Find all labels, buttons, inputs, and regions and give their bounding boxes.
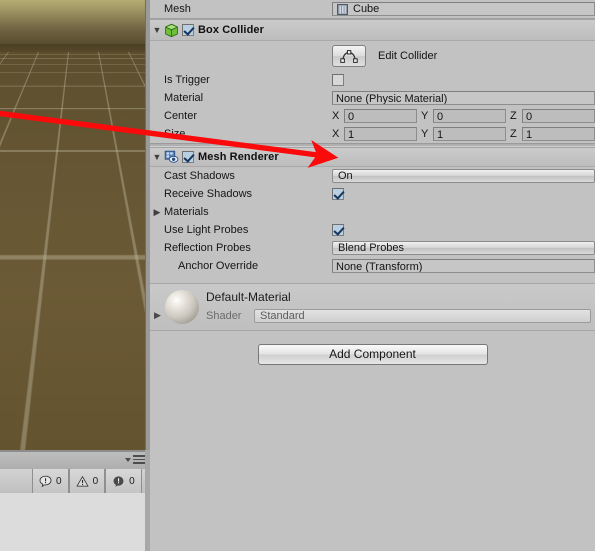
center-z-axis: Z: [510, 110, 517, 122]
receive-shadows-checkbox[interactable]: [332, 188, 344, 200]
is-trigger-label: Is Trigger: [164, 74, 210, 86]
center-row: Center X 0 Y 0 Z 0: [150, 107, 595, 125]
scene-floor: [0, 0, 145, 450]
box-collider-header[interactable]: ▼ Box Collider: [150, 19, 595, 41]
material-sphere-preview: [165, 290, 199, 324]
error-count-button[interactable]: 0: [32, 469, 69, 493]
inspector-panel: Mesh Cube ▼ Box Collider Edit Collider I…: [150, 0, 595, 551]
physic-material-row: Material None (Physic Material): [150, 89, 595, 107]
cast-shadows-label: Cast Shadows: [164, 170, 235, 182]
size-z-input[interactable]: 1: [522, 127, 595, 141]
box-collider-title: Box Collider: [198, 24, 264, 36]
material-preview-foldout[interactable]: ▶: [154, 310, 161, 321]
cast-shadows-dropdown[interactable]: On: [332, 169, 595, 183]
mesh-value: Cube: [353, 3, 380, 15]
warning-triangle-icon: [76, 475, 89, 487]
mesh-renderer-icon: [164, 150, 179, 163]
center-x-axis: X: [332, 110, 340, 122]
shader-dropdown[interactable]: Standard: [254, 309, 591, 323]
physic-material-field[interactable]: None (Physic Material): [332, 91, 595, 105]
log-count-button[interactable]: 0: [105, 469, 142, 493]
shader-label: Shader: [206, 310, 242, 322]
mesh-label: Mesh: [164, 3, 191, 15]
center-z-input[interactable]: 0: [522, 109, 595, 123]
size-y-input[interactable]: 1: [433, 127, 506, 141]
center-x-input[interactable]: 0: [344, 109, 417, 123]
mesh-object-field[interactable]: Cube: [332, 2, 595, 16]
anchor-override-row: Anchor Override None (Transform): [150, 257, 595, 275]
add-component-area: Add Component: [150, 331, 595, 377]
size-label: Size: [164, 128, 186, 140]
material-name: Default-Material: [206, 290, 291, 304]
receive-shadows-label: Receive Shadows: [164, 188, 253, 200]
size-row: Size X 1 Y 1 Z 1: [150, 125, 595, 143]
size-x-input[interactable]: 1: [344, 127, 417, 141]
materials-foldout[interactable]: ▶: [150, 207, 164, 217]
center-y-axis: Y: [421, 110, 429, 122]
warning-count-button[interactable]: 0: [68, 469, 106, 493]
mesh-renderer-title: Mesh Renderer: [198, 151, 279, 163]
receive-shadows-row: Receive Shadows: [150, 185, 595, 203]
use-light-probes-row: Use Light Probes: [150, 221, 595, 239]
console-toolbar: [0, 452, 150, 470]
edit-collider-label: Edit Collider: [378, 50, 438, 62]
cast-shadows-row: Cast Shadows On: [150, 167, 595, 185]
center-y-input[interactable]: 0: [433, 109, 506, 123]
mesh-renderer-foldout[interactable]: ▼: [150, 152, 164, 162]
error-bubble-icon: [39, 475, 52, 487]
reflection-probes-label: Reflection Probes: [164, 242, 251, 254]
edit-collider-row: Edit Collider: [150, 41, 595, 71]
mesh-asset-icon: [337, 3, 348, 15]
anchor-override-field[interactable]: None (Transform): [332, 259, 595, 273]
box-collider-icon: [165, 23, 178, 37]
log-message-icon: [113, 475, 124, 487]
anchor-override-label: Anchor Override: [178, 260, 259, 272]
reflection-probes-dropdown[interactable]: Blend Probes: [332, 241, 595, 255]
center-label: Center: [164, 110, 198, 122]
size-x-axis: X: [332, 128, 340, 140]
is-trigger-row: Is Trigger: [150, 71, 595, 89]
console-status-bar: 0 0 0: [0, 469, 150, 494]
log-count-value: 0: [129, 475, 135, 487]
mesh-renderer-enabled-checkbox[interactable]: [182, 151, 194, 163]
mesh-renderer-header[interactable]: ▼ Mesh Renderer: [150, 147, 595, 167]
add-component-button[interactable]: Add Component: [257, 343, 488, 365]
size-z-axis: Z: [510, 128, 517, 140]
physic-material-label: Material: [164, 92, 204, 104]
unity-editor-window: 0 0 0 Mesh Cube ▼ Box Collider Edit Coll…: [0, 0, 595, 551]
error-count-value: 0: [56, 475, 62, 487]
material-preview-panel[interactable]: ▶ Default-Material Shader Standard: [150, 283, 595, 331]
box-collider-enabled-checkbox[interactable]: [182, 24, 194, 36]
reflection-probes-row: Reflection Probes Blend Probes: [150, 239, 595, 257]
mesh-row: Mesh Cube: [150, 0, 595, 18]
size-y-axis: Y: [421, 128, 429, 140]
console-log-area[interactable]: [0, 493, 150, 551]
materials-row[interactable]: ▶ Materials: [150, 203, 595, 221]
edit-collider-icon: [340, 50, 358, 63]
materials-label: Materials: [164, 206, 209, 218]
warning-count-value: 0: [92, 475, 99, 487]
console-counters: 0 0 0: [32, 469, 142, 493]
is-trigger-checkbox[interactable]: [332, 74, 344, 86]
use-light-probes-label: Use Light Probes: [164, 224, 249, 236]
edit-collider-button[interactable]: [332, 45, 366, 67]
chevron-down-icon[interactable]: [125, 458, 131, 462]
scene-column: 0 0 0: [0, 0, 150, 551]
scene-view[interactable]: [0, 0, 145, 450]
use-light-probes-checkbox[interactable]: [332, 224, 344, 236]
box-collider-foldout[interactable]: ▼: [150, 25, 164, 35]
